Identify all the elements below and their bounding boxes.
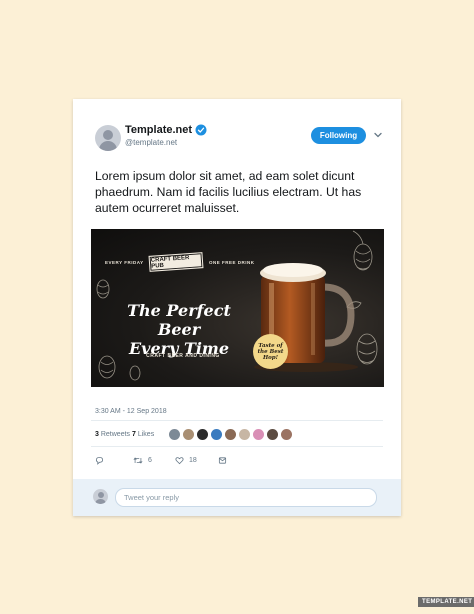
user-display-name[interactable]: Template.net (125, 124, 207, 136)
banner-top-right-text: ONE FREE DRINK (209, 260, 255, 265)
user-handle[interactable]: @template.net (125, 138, 177, 147)
display-name-text[interactable]: Template.net (125, 124, 192, 136)
following-button[interactable]: Following (311, 127, 366, 144)
liker-avatar[interactable] (267, 429, 278, 440)
chevron-down-icon[interactable] (373, 130, 383, 140)
liker-avatar[interactable] (253, 429, 264, 440)
liker-avatar[interactable] (183, 429, 194, 440)
message-icon[interactable] (218, 456, 227, 465)
reply-icon[interactable] (95, 456, 104, 465)
banner-top-left-text: EVERY FRIDAY (105, 260, 144, 265)
banner-headline: The Perfect Beer Every Time (109, 301, 249, 358)
divider (91, 446, 383, 447)
likes-count[interactable]: 7 (132, 431, 136, 438)
reply-bar (73, 479, 401, 516)
retweet-icon[interactable] (133, 456, 143, 465)
verified-badge-icon (195, 124, 207, 136)
engagement-stats: 3 Retweets 7 Likes (95, 431, 154, 438)
liker-avatar[interactable] (197, 429, 208, 440)
watermark: TEMPLATE.NET (418, 597, 474, 607)
reply-avatar (93, 489, 108, 504)
liker-avatar[interactable] (211, 429, 222, 440)
reply-action[interactable] (95, 456, 133, 465)
tweet-timestamp[interactable]: 3:30 AM - 12 Sep 2018 (95, 408, 167, 415)
liker-avatars (169, 429, 292, 440)
message-action[interactable] (218, 456, 227, 465)
avatar[interactable] (95, 125, 121, 151)
like-count: 18 (189, 457, 197, 464)
reply-input[interactable] (115, 488, 377, 507)
divider (91, 420, 383, 421)
like-action[interactable]: 18 (175, 456, 218, 465)
tweet-text: Lorem ipsum dolor sit amet, ad eam solet… (95, 169, 362, 215)
liker-avatar[interactable] (169, 429, 180, 440)
tweet-image[interactable]: EVERY FRIDAY CRAFT BEER PUB ONE FREE DRI… (91, 229, 384, 387)
heart-icon[interactable] (175, 456, 184, 465)
retweet-count: 6 (148, 457, 152, 464)
liker-avatar[interactable] (239, 429, 250, 440)
likes-label[interactable]: Likes (138, 431, 154, 438)
tweet-actions: 6 18 (95, 456, 227, 465)
liker-avatar[interactable] (225, 429, 236, 440)
liker-avatar[interactable] (281, 429, 292, 440)
banner-sticker: Taste of the Best Hop! (253, 334, 288, 369)
banner-headline-line1: The Perfect Beer (127, 301, 231, 339)
retweets-label[interactable]: Retweets (101, 431, 130, 438)
retweets-count[interactable]: 3 (95, 431, 99, 438)
banner-subline: CRAFT BEER AND DINING (146, 353, 220, 359)
tweet-card: Template.net @template.net Following Lor… (73, 99, 401, 516)
retweet-action[interactable]: 6 (133, 456, 175, 465)
